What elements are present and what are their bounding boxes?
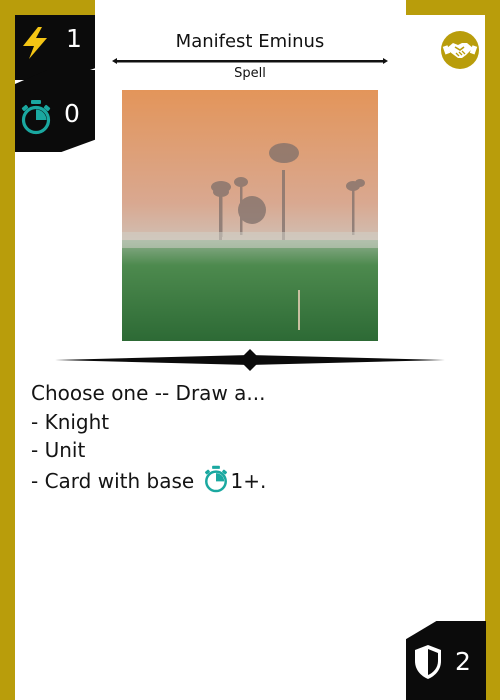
card-artwork (122, 90, 378, 341)
rules-line-text: - Card with base (31, 468, 195, 493)
lightning-icon (23, 27, 47, 59)
section-divider (55, 349, 445, 371)
cost-value: 1 (66, 24, 82, 53)
stopwatch-icon (204, 465, 227, 492)
rules-line-text: 1+. (230, 468, 267, 493)
defense-value: 2 (455, 647, 471, 676)
stopwatch-icon (21, 100, 51, 135)
rules-line: Choose one -- Draw a... (31, 381, 266, 405)
shield-icon (415, 645, 441, 679)
time-value: 0 (64, 99, 80, 128)
rules-line: - Card with base 1+. (31, 465, 461, 496)
rules-line: - Knight (31, 409, 110, 434)
rules-line: - Unit (31, 438, 86, 462)
rules-text: Choose one -- Draw a... - Knight - Unit … (31, 379, 461, 495)
handshake-icon (441, 31, 479, 69)
card-name: Manifest Eminus (175, 31, 325, 52)
frame-bottom-tab (95, 685, 406, 700)
frame-top-tab (95, 0, 406, 15)
card-type: Spell (234, 66, 266, 81)
card: 1 0 Manifest Eminus Spell Choose one -- … (0, 0, 500, 700)
